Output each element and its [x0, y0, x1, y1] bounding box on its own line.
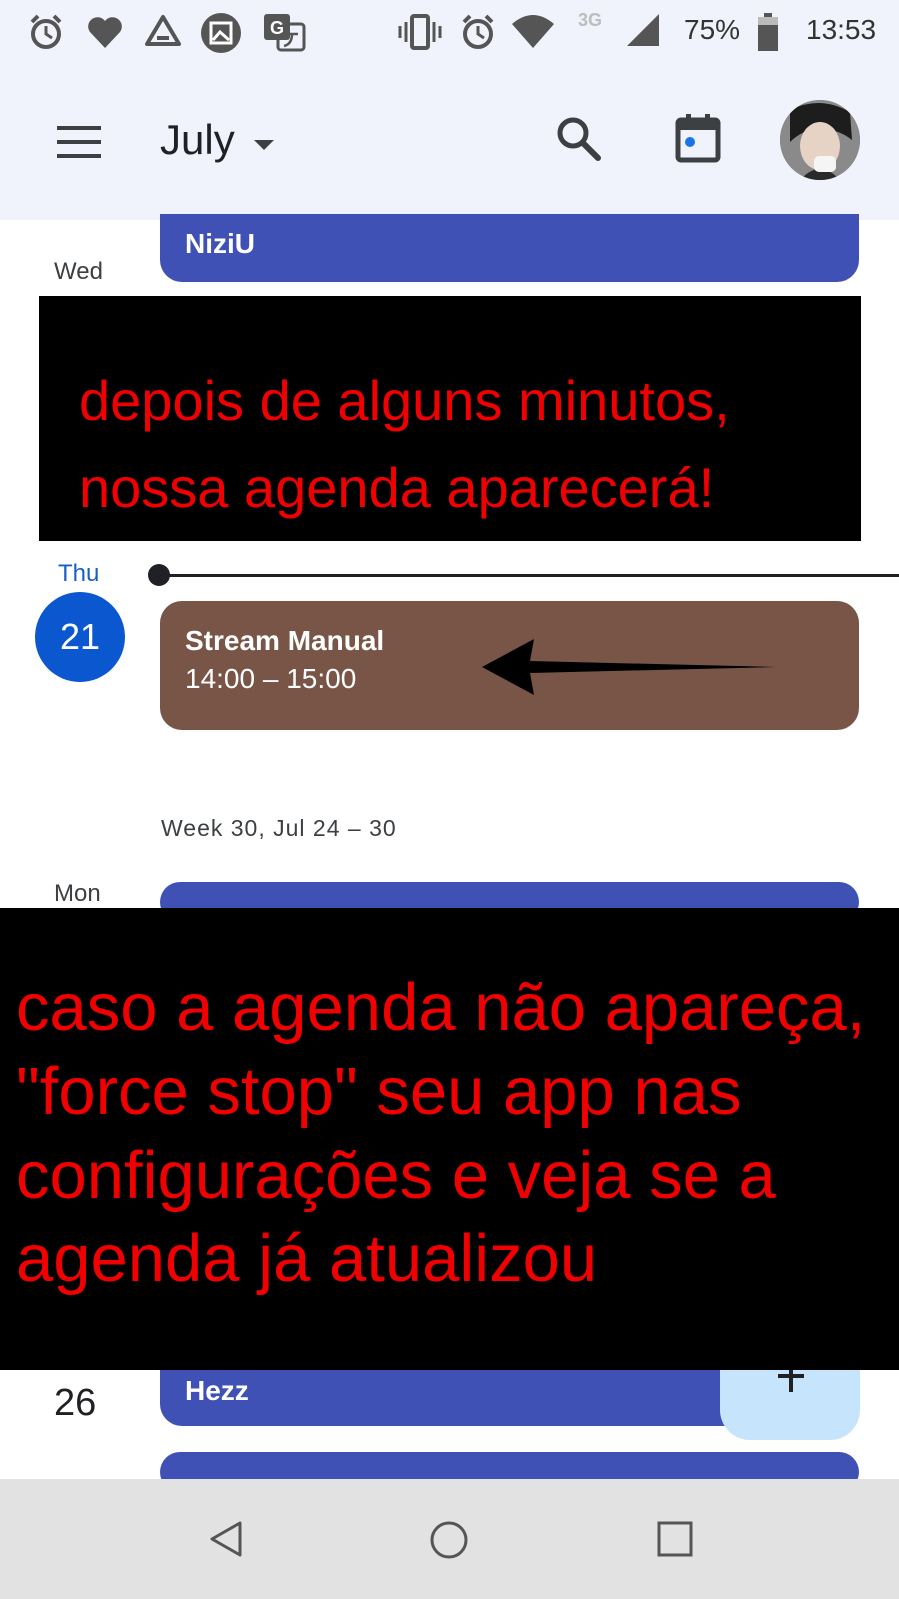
home-icon[interactable] [428, 1519, 470, 1561]
search-icon[interactable] [554, 114, 602, 162]
menu-icon[interactable] [55, 122, 103, 162]
network-type: 3G [578, 10, 603, 30]
create-event-fab[interactable] [720, 1370, 860, 1440]
event-title: Stream Manual [185, 625, 385, 656]
signal-icon [627, 14, 659, 46]
drive-icon [145, 15, 181, 46]
back-icon[interactable] [206, 1519, 246, 1559]
event-time: 14:00 – 15:00 [185, 663, 357, 694]
heart-icon [88, 17, 122, 48]
week-header: Week 30, Jul 24 – 30 [161, 815, 397, 841]
annotation-text-bottom: caso a agenda não apareça, "force stop" … [16, 970, 866, 1297]
date-26: 26 [54, 1382, 97, 1424]
alarm-icon-2 [462, 14, 494, 49]
day-label-thu: Thu [58, 560, 100, 587]
month-title: July [160, 116, 235, 163]
alarm-icon [30, 14, 62, 49]
today-calendar-icon[interactable] [674, 112, 722, 164]
event-title: Hezz [185, 1375, 249, 1406]
recents-icon[interactable] [655, 1519, 695, 1559]
annotation-overlay-top: depois de alguns minutos, nossa agenda a… [39, 296, 861, 541]
annotation-arrow-icon [482, 639, 776, 695]
day-label-mon: Mon [54, 880, 101, 907]
annotation-text-top: depois de alguns minutos, nossa agenda a… [79, 369, 730, 519]
event-chip-niziu[interactable]: NiziU [160, 214, 859, 282]
now-indicator-line [160, 574, 899, 577]
day-label-wed: Wed [54, 258, 103, 285]
annotation-overlay-bottom: caso a agenda não apareça, "force stop" … [0, 908, 899, 1370]
battery-icon [758, 13, 778, 51]
wifi-icon [512, 15, 554, 48]
navigation-bar [0, 1479, 899, 1599]
gallery-icon [201, 13, 241, 53]
translate-icon: G [264, 14, 306, 52]
svg-text:G: G [270, 18, 284, 38]
event-title: NiziU [185, 228, 255, 259]
month-selector[interactable]: July [160, 114, 280, 174]
vibrate-icon [398, 14, 442, 50]
app-bar: July [0, 64, 899, 220]
plus-icon [778, 1370, 804, 1392]
event-chip-stream-manual[interactable]: Stream Manual 14:00 – 15:00 [160, 601, 859, 730]
avatar[interactable] [780, 100, 860, 180]
battery-percent: 75% [684, 14, 741, 45]
clock: 13:53 [806, 14, 877, 45]
status-bar: G 3G 75% 13:53 [0, 0, 899, 64]
avatar-portrait-icon [780, 100, 860, 180]
today-date-badge[interactable]: 21 [35, 592, 125, 682]
dropdown-arrow-icon [254, 140, 274, 150]
